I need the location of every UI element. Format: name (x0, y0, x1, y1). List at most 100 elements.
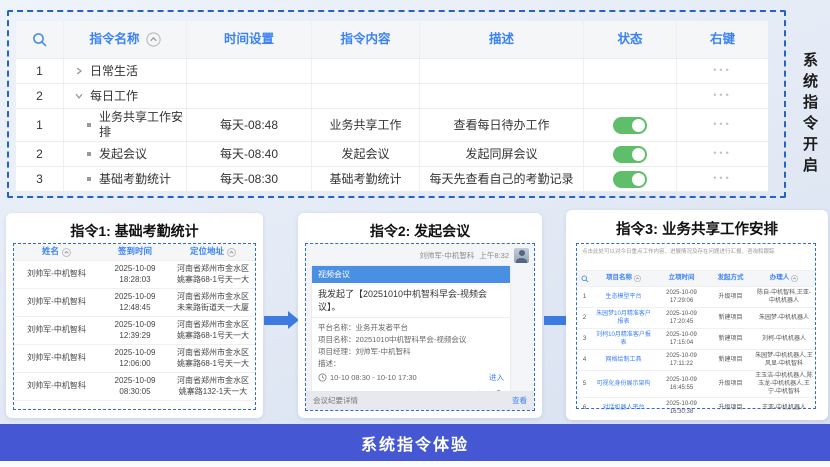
project-mode: 新建项目 (708, 313, 753, 323)
project-mode: 升级项目 (708, 292, 753, 302)
project-owner: 王亚-中机机器人 (753, 403, 815, 413)
avatar (514, 248, 529, 263)
row-menu-dots[interactable]: ••• (713, 148, 731, 159)
project-name-link[interactable]: 刘柯10月精准客户报表 (592, 330, 655, 348)
project-mode: 升级项目 (708, 403, 753, 413)
table-row[interactable]: 3 基础考勤统计 每天-08:30 基础考勤统计 每天先查看自己的考勤记录 ••… (16, 167, 768, 192)
status-toggle[interactable] (613, 117, 647, 134)
search-icon[interactable] (577, 274, 592, 284)
project-num: 3 (577, 334, 592, 344)
attendance-name: 刘帅军-中机智科 (14, 325, 99, 336)
instruction-desc: 发起同屏会议 (420, 142, 584, 166)
instruction-name: 业务共享工作安排 (99, 110, 183, 140)
bullet-icon (87, 123, 91, 127)
project-time: 2025-10-0917:15:04 (655, 330, 708, 348)
meeting-type-label: 视频会议 (312, 266, 510, 283)
chevron-down-icon[interactable] (74, 91, 84, 101)
row-menu-dots[interactable]: ••• (713, 119, 731, 130)
minutes-label: 会议纪要详情 (313, 395, 358, 406)
project-time: 2025-10-0917:29:06 (655, 288, 708, 306)
attendance-row[interactable]: 刘帅军-中机智科 2025-10-0912:39:29 河南省郑州市金水区姚寨路… (14, 317, 255, 345)
attendance-name: 刘帅军-中机智科 (14, 381, 99, 392)
project-row[interactable]: 3 刘柯10月精准客户报表 2025-10-0917:15:04 新建项目 刘柯… (577, 328, 815, 349)
table-row[interactable]: 1 业务共享工作安排 每天-08:48 业务共享工作 查看每日待办工作 ••• (16, 109, 768, 142)
row-num: 1 (16, 109, 64, 141)
project-name-link[interactable]: 可视化身份展示架构 (592, 379, 655, 389)
row-num: 3 (16, 167, 64, 191)
row-menu-dots[interactable]: ••• (713, 90, 731, 101)
project-mode: 升级项目 (708, 379, 753, 389)
col-header-time: 时间设置 (187, 21, 312, 58)
collapse-icon[interactable] (62, 248, 71, 257)
instructions-table-header: 指令名称 时间设置 指令内容 描述 状态 右键 (16, 21, 768, 59)
project-owner: 王玉洁-中机机器人,陈玉龙-中机机器人,王宁-中机智科 (753, 371, 815, 397)
p3-col-mode: 发起方式 (708, 273, 753, 284)
meeting-field: 平台名称：业务开发者平台 (318, 322, 504, 334)
bullet-icon (87, 152, 91, 156)
enter-meeting-link[interactable]: 进入 (489, 372, 504, 383)
collapse-icon[interactable] (634, 275, 641, 282)
table-row[interactable]: 1 日常生活 ••• (16, 59, 768, 84)
row-menu-dots[interactable]: ••• (713, 173, 731, 184)
project-num: 5 (577, 379, 592, 389)
row-num: 2 (16, 84, 64, 108)
p1-col-name: 姓名 (14, 246, 99, 257)
panel3-note: 点击此处可以对今日重点工作内容、进展情况及存在问题进行汇报、咨询和跟踪 (577, 244, 815, 270)
project-num: 6 (577, 403, 592, 413)
status-toggle[interactable] (613, 171, 647, 188)
side-vertical-label: 系统指令开启 (799, 52, 820, 178)
col-header-menu: 右键 (677, 21, 768, 58)
search-icon[interactable] (16, 21, 64, 58)
instruction-content: 发起会议 (312, 142, 420, 166)
table-row[interactable]: 2 每日工作 ••• (16, 84, 768, 109)
meeting-field: 描述： (318, 358, 504, 370)
panel-work-share: 指令3: 业务共享工作安排 点击此处可以对今日重点工作内容、进展情况及存在问题进… (566, 210, 828, 420)
project-owner: 陈自-中机智科,王亚-中机机器人 (753, 288, 815, 306)
project-name-link[interactable]: 朱园梦10月精准客户报表 (592, 309, 655, 327)
instruction-content: 基础考勤统计 (312, 167, 420, 191)
project-row[interactable]: 4 网格绘制工具 2025-10-0917:11:22 新建项目 朱园梦-中机机… (577, 349, 815, 370)
project-name-link[interactable]: 网格绘制工具 (592, 355, 655, 365)
panel1-table: 姓名 签到时间 定位地址 刘帅军-中机智科 2025-10-0918:28:03… (13, 243, 256, 410)
attendance-time: 2025-10-0912:39:29 (99, 320, 171, 342)
col-header-desc: 描述 (420, 21, 584, 58)
instruction-name: 发起会议 (99, 147, 147, 162)
project-row[interactable]: 1 生态模型平台 2025-10-0917:29:06 升级项目 陈自-中机智科… (577, 286, 815, 307)
project-row[interactable]: 6 对话机器人平台 2025-10-0916:30:38 升级项目 王亚-中机机… (577, 397, 815, 418)
p3-col-name: 项目名称 (592, 273, 655, 284)
meeting-message-card[interactable]: 视频会议 我发起了【20251010中机智科早会-视频会议】。 平台名称：业务开… (312, 266, 510, 407)
view-minutes-link[interactable]: 查看 (512, 395, 527, 406)
group-name: 日常生活 (90, 64, 138, 79)
meeting-minutes-bar: 会议纪要详情 查看 (306, 391, 534, 410)
footer-banner: 系统指令体验 (0, 424, 830, 461)
col-header-content: 指令内容 (312, 21, 420, 58)
row-num: 2 (16, 142, 64, 166)
project-owner: 朱园梦-中机机器人,王风显-中机智科 (753, 351, 815, 369)
page: 指令名称 时间设置 指令内容 描述 状态 右键 1 日常生活 (0, 0, 830, 467)
project-time: 2025-10-0916:45:55 (655, 375, 708, 393)
attendance-row[interactable]: 刘帅军-中机智科 2025-10-0912:48:45 河南省郑州市金水区未来路… (14, 289, 255, 317)
meeting-field: 项目经理：刘帅军-中机智科 (318, 346, 504, 358)
row-menu-dots[interactable]: ••• (713, 65, 731, 76)
collapse-icon[interactable] (146, 32, 161, 47)
project-row[interactable]: 5 可视化身份展示架构 2025-10-0916:45:55 升级项目 王玉洁-… (577, 370, 815, 397)
attendance-time: 2025-10-0918:28:03 (99, 264, 171, 286)
chevron-right-icon[interactable] (74, 66, 84, 76)
project-name-link[interactable]: 对话机器人平台 (592, 403, 655, 413)
project-name-link[interactable]: 生态模型平台 (592, 292, 655, 302)
status-toggle[interactable] (613, 146, 647, 163)
flow-arrow-icon (544, 316, 568, 325)
project-num: 2 (577, 313, 592, 323)
col-header-name-label: 指令名称 (89, 32, 139, 48)
footer-title: 系统指令体验 (361, 431, 469, 455)
collapse-icon[interactable] (227, 248, 236, 257)
project-row[interactable]: 2 朱园梦10月精准客户报表 2025-10-0917:20:45 新建项目 朱… (577, 307, 815, 328)
footer-strip (0, 461, 830, 467)
attendance-row[interactable]: 刘帅军-中机智科 2025-10-0918:28:03 河南省郑州市金水区姚寨路… (14, 261, 255, 289)
collapse-icon[interactable] (791, 275, 798, 282)
table-row[interactable]: 2 发起会议 每天-08:40 发起会议 发起同屏会议 ••• (16, 142, 768, 167)
attendance-addr: 河南省郑州市金水区姚寨路68-1号天一大 (171, 348, 255, 370)
attendance-row[interactable]: 刘帅军-中机智科 2025-10-0912:06:00 河南省郑州市金水区姚寨路… (14, 345, 255, 373)
attendance-name: 刘帅军-中机智科 (14, 269, 99, 280)
attendance-row[interactable]: 刘帅军-中机智科 2025-10-0908:30:05 河南省郑州市金水区姚寨路… (14, 373, 255, 401)
